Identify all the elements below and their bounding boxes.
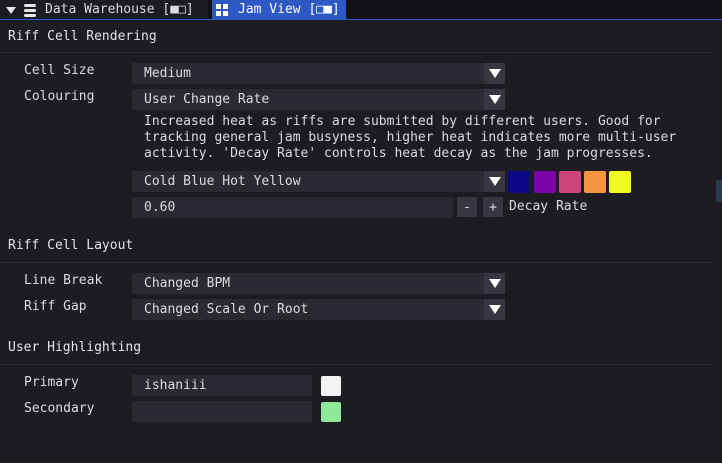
primary-user-value: ishaniii xyxy=(144,378,207,393)
palette-swatch xyxy=(584,171,606,193)
collapse-triangle-icon[interactable] xyxy=(6,6,16,14)
primary-color-button[interactable] xyxy=(321,376,341,396)
decay-rate-label: Decay Rate xyxy=(509,199,588,214)
secondary-user-input[interactable] xyxy=(132,401,312,422)
tab-data-warehouse[interactable]: Data Warehouse [■□] xyxy=(0,0,208,20)
palette-value: Cold Blue Hot Yellow xyxy=(144,174,301,189)
cell-size-label: Cell Size xyxy=(24,63,95,78)
decay-increment-button[interactable]: + xyxy=(483,197,503,217)
colouring-dropdown[interactable]: User Change Rate xyxy=(132,89,505,110)
separator xyxy=(0,364,712,365)
tab-label: Data Warehouse [■□] xyxy=(45,2,194,17)
tab-underline xyxy=(0,19,722,20)
separator xyxy=(0,262,712,263)
colouring-value: User Change Rate xyxy=(144,92,270,107)
line-break-dropdown[interactable]: Changed BPM xyxy=(132,273,505,294)
cell-size-dropdown[interactable]: Medium xyxy=(132,63,505,84)
secondary-color-button[interactable] xyxy=(321,402,341,422)
chevron-down-icon[interactable] xyxy=(484,273,505,294)
scrollbar-thumb[interactable] xyxy=(716,180,722,202)
section-header-layout[interactable]: Riff Cell Layout xyxy=(8,237,133,255)
decay-decrement-button[interactable]: - xyxy=(457,197,477,217)
colouring-label: Colouring xyxy=(24,89,95,104)
section-header-highlighting[interactable]: User Highlighting xyxy=(8,339,141,357)
tab-label: Jam View [□■] xyxy=(238,2,340,17)
line-break-label: Line Break xyxy=(24,273,103,288)
decay-rate-input[interactable]: 0.60 xyxy=(132,197,453,218)
palette-swatch xyxy=(534,171,556,193)
grid-icon xyxy=(216,4,228,16)
database-icon xyxy=(24,3,36,17)
cell-size-value: Medium xyxy=(144,66,191,81)
primary-user-input[interactable]: ishaniii xyxy=(132,375,312,396)
section-header-rendering[interactable]: Riff Cell Rendering xyxy=(8,28,157,46)
palette-dropdown[interactable]: Cold Blue Hot Yellow xyxy=(132,171,505,192)
chevron-down-icon[interactable] xyxy=(484,63,505,84)
tab-jam-view[interactable]: Jam View [□■] xyxy=(212,0,346,20)
palette-swatch xyxy=(508,171,530,193)
chevron-down-icon[interactable] xyxy=(484,89,505,110)
palette-swatch xyxy=(559,171,581,193)
primary-label: Primary xyxy=(24,375,79,390)
secondary-label: Secondary xyxy=(24,401,95,416)
chevron-down-icon[interactable] xyxy=(484,299,505,320)
colouring-description: Increased heat as riffs are submitted by… xyxy=(144,114,677,161)
separator xyxy=(0,52,712,53)
riff-gap-value: Changed Scale Or Root xyxy=(144,302,309,317)
chevron-down-icon[interactable] xyxy=(484,171,505,192)
riff-gap-dropdown[interactable]: Changed Scale Or Root xyxy=(132,299,505,320)
decay-rate-value: 0.60 xyxy=(144,200,176,215)
palette-swatch xyxy=(609,171,631,193)
riff-gap-label: Riff Gap xyxy=(24,299,87,314)
line-break-value: Changed BPM xyxy=(144,276,231,291)
